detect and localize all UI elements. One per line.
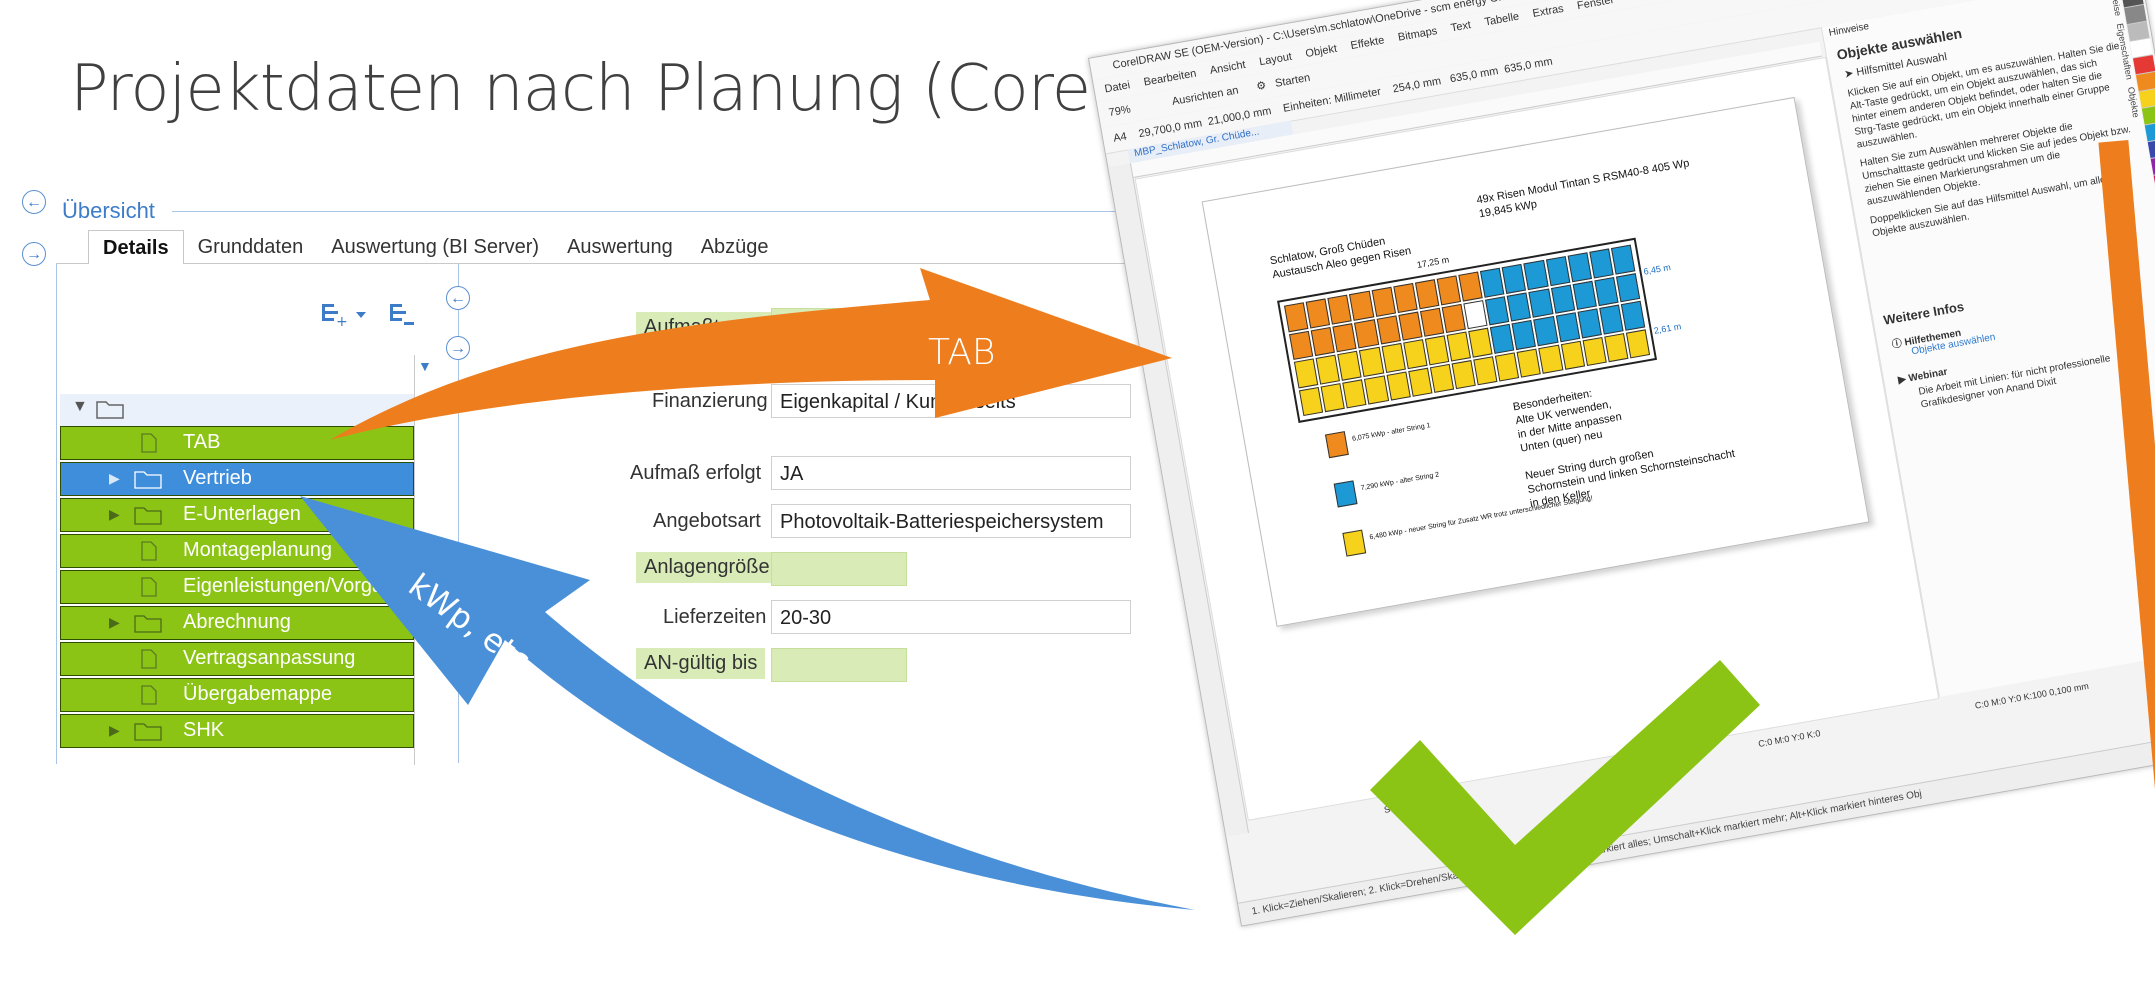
kwp-arrow bbox=[300, 496, 1195, 910]
tab-arrow bbox=[330, 268, 1172, 440]
tab-arrow-label: TAB bbox=[928, 332, 996, 373]
checkmark-icon bbox=[1370, 660, 1760, 935]
annotation-overlay bbox=[300, 268, 1760, 935]
